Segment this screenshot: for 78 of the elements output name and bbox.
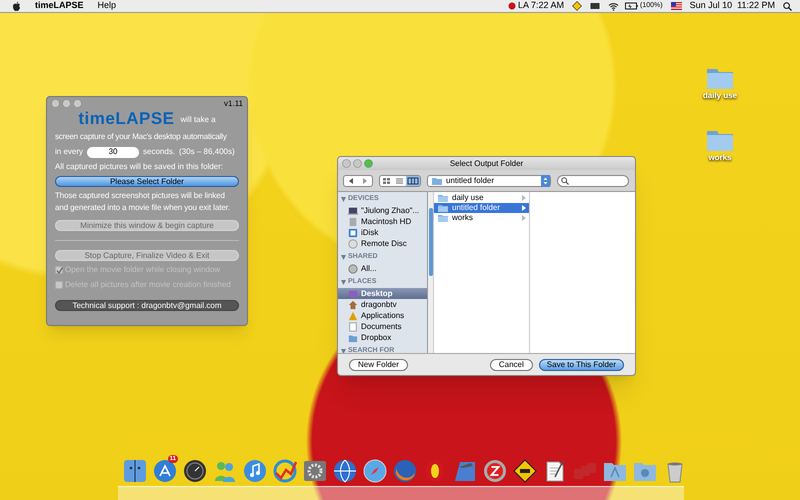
disclosure-triangle-icon: [341, 280, 346, 285]
z-circle-icon[interactable]: [482, 458, 508, 484]
sidebar-item[interactable]: Applications: [338, 310, 427, 321]
diamond-sign-icon[interactable]: [512, 458, 538, 484]
dashboard-icon[interactable]: [182, 458, 208, 484]
folder-icon: [431, 176, 443, 186]
list-view-icon: [393, 176, 406, 186]
disclosure-triangle-icon: [341, 197, 346, 202]
cancel-button[interactable]: Cancel: [490, 358, 533, 370]
sidebar-item[interactable]: Dropbox: [338, 332, 427, 343]
window-minimize-button-icon: [62, 99, 71, 108]
version-label: v1.11: [224, 98, 243, 110]
interval-range: (30s – 86,400s): [179, 146, 235, 158]
interval-unit: seconds.: [143, 146, 176, 158]
finder-icon[interactable]: [122, 458, 148, 484]
folder-icon: [437, 193, 449, 203]
keyboard-icon: [590, 2, 600, 10]
window-zoom-button-icon: [73, 99, 82, 108]
select-folder-button[interactable]: Please Select Folder: [55, 176, 239, 187]
sidebar-item[interactable]: All...: [338, 263, 427, 274]
search-icon: [783, 2, 792, 10]
sidebar-item-icon: [348, 264, 358, 274]
window-close-button-icon: [342, 159, 351, 168]
folder-row[interactable]: works: [434, 213, 529, 223]
interval-field[interactable]: 30: [87, 146, 140, 158]
window-close-button-icon: [51, 99, 60, 108]
popup-arrows-icon: [541, 174, 550, 186]
folder-row[interactable]: daily use: [434, 193, 529, 203]
menu-item[interactable]: Help: [98, 0, 116, 13]
compass-icon[interactable]: [362, 458, 388, 484]
save-note: All captured pictures will be saved in this folder:: [55, 161, 224, 173]
path-popup[interactable]: untitled folder: [427, 174, 551, 186]
column-view-icon: [406, 176, 420, 186]
menu-clock[interactable]: Sun Jul 10 11:22 PM: [690, 0, 775, 13]
sidebar-item-icon: [348, 206, 358, 216]
sidebar-item[interactable]: Documents: [338, 321, 427, 332]
sidebar-item[interactable]: Desktop: [338, 288, 427, 299]
intro-text: screen capture of your Mac's desktop automatically: [55, 131, 228, 143]
disclosure-triangle-icon: [341, 349, 346, 353]
globe-icon[interactable]: [332, 458, 358, 484]
checkmark-icon: [56, 266, 62, 274]
window-minimize-button-icon: [353, 159, 362, 168]
search-icon: [561, 176, 569, 184]
save-folder-button[interactable]: Save to This Folder: [538, 358, 624, 370]
app-store-icon[interactable]: [152, 458, 178, 484]
search-field[interactable]: [557, 174, 629, 186]
sidebar-item[interactable]: "Jiulong Zhao"...: [338, 205, 427, 216]
sidebar-item[interactable]: Remote Disc: [338, 238, 427, 249]
app-menu[interactable]: timeLAPSE: [35, 0, 84, 13]
icon-view-icon: [380, 176, 393, 186]
intro-text: will take a: [180, 114, 216, 126]
window-zoom-button-icon: [364, 159, 373, 168]
link-note: Those captured screenshot pictures will be linked and generated into a movie file when you exit later.: [55, 190, 231, 214]
new-folder-button[interactable]: New Folder: [349, 358, 408, 370]
scroll-bar[interactable]: [428, 192, 434, 353]
disclosure-triangle-icon: [341, 255, 346, 260]
flag-icon: [670, 2, 682, 10]
sidebar-item[interactable]: iDisk: [338, 227, 427, 238]
folder-icon: [437, 203, 449, 213]
folder-icon: [706, 128, 734, 152]
battery-icon: [625, 2, 638, 10]
sidebar-item[interactable]: Macintosh HD: [338, 216, 427, 227]
world-clock[interactable]: LA 7:22 AM: [518, 0, 564, 13]
music-note-icon[interactable]: [242, 458, 268, 484]
gear-icon[interactable]: [302, 458, 328, 484]
sidebar-item[interactable]: dragonbtv: [338, 299, 427, 310]
chart-icon[interactable]: [272, 458, 298, 484]
apple-icon: [12, 1, 21, 11]
folder-row[interactable]: untitled folder: [434, 203, 529, 213]
sign-icon: [572, 1, 582, 11]
app-logo: timeLAPSE: [78, 110, 174, 128]
folder-icon: [706, 66, 734, 90]
wifi-icon: [608, 2, 620, 10]
folder-icon: [437, 213, 449, 223]
status-dot-icon: [508, 2, 516, 10]
dialog-title: Select Output Folder: [450, 158, 524, 170]
support-banner: Technical support : dragonbtv@gmail.com: [55, 300, 239, 311]
interval-label: in every: [55, 146, 84, 158]
